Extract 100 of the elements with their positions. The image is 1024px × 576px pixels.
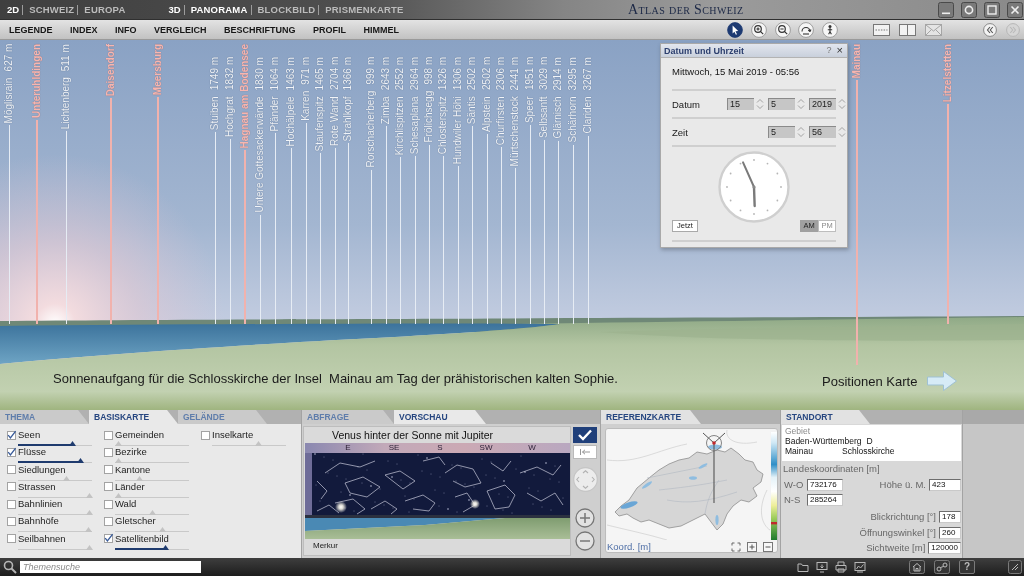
checkbox[interactable]: [103, 429, 113, 440]
resize-icon[interactable]: [1008, 560, 1022, 574]
menu-item[interactable]: BESCHRIFTUNG: [224, 24, 296, 35]
slider-thumb[interactable]: [76, 458, 84, 464]
slider-thumb[interactable]: [135, 475, 143, 481]
fullscreen-icon[interactable]: [731, 541, 741, 552]
zoom-out-icon[interactable]: [774, 21, 791, 38]
checkbox[interactable]: [6, 429, 16, 440]
menu-item[interactable]: PROFIL: [313, 24, 347, 35]
person-icon[interactable]: [822, 21, 838, 38]
slider-thumb[interactable]: [115, 441, 123, 446]
slider-thumb[interactable]: [86, 510, 94, 516]
help-button[interactable]: ?: [823, 45, 835, 56]
monitor-icon[interactable]: [816, 561, 828, 573]
input-field[interactable]: 260: [939, 527, 961, 539]
checkbox[interactable]: [103, 533, 113, 544]
cursor-icon[interactable]: [727, 21, 744, 38]
view-mode-tab[interactable]: SCHWEIZ: [22, 5, 78, 15]
vertical-split-icon[interactable]: [899, 23, 916, 36]
slider-thumb[interactable]: [86, 492, 94, 498]
slider-thumb[interactable]: [84, 527, 92, 533]
minimize-icon[interactable]: [938, 2, 954, 18]
checkbox[interactable]: [6, 481, 16, 492]
peak-name: Speer: [524, 96, 535, 124]
slider-thumb[interactable]: [115, 492, 123, 498]
menu-item[interactable]: LEGENDE: [9, 24, 53, 35]
menu-item[interactable]: HIMMEL: [363, 24, 400, 35]
elevation-label: 3295 m: [567, 57, 578, 91]
view-mode-tab[interactable]: PANORAMA: [183, 5, 251, 15]
checkbox[interactable]: [6, 464, 16, 475]
panel-tab[interactable]: STANDORT: [781, 410, 870, 424]
checkbox[interactable]: [103, 481, 113, 492]
double-left-arrow-icon[interactable]: [983, 22, 997, 37]
link-icon[interactable]: [934, 560, 950, 574]
maximize-icon[interactable]: [984, 2, 1000, 18]
checkbox[interactable]: [6, 498, 16, 509]
number-field[interactable]: 5: [768, 126, 795, 138]
panel-tab[interactable]: REFERENZKARTE: [601, 410, 701, 424]
number-field[interactable]: 5: [768, 98, 795, 110]
input-field[interactable]: 732176: [807, 479, 843, 491]
positions-map-link[interactable]: Positionen Karte: [822, 374, 918, 389]
menu-item[interactable]: INDEX: [70, 24, 98, 35]
slider-thumb[interactable]: [158, 527, 166, 533]
elevation-label: 2502 m: [466, 57, 477, 91]
rotate-icon[interactable]: [798, 21, 815, 38]
help-button[interactable]: ?: [959, 560, 975, 574]
checkbox[interactable]: [103, 464, 113, 475]
checkbox[interactable]: [6, 533, 16, 544]
horizontal-split-icon[interactable]: [873, 23, 890, 36]
search-field[interactable]: Themensuche: [20, 561, 201, 573]
spinner-arrows-icon[interactable]: [797, 98, 805, 110]
view-mode-tab[interactable]: BLOCKBILD: [250, 5, 319, 15]
panel-tab[interactable]: VORSCHAU: [394, 410, 486, 424]
slider-thumb[interactable]: [63, 475, 71, 481]
checkbox[interactable]: [103, 446, 113, 457]
slider-thumb[interactable]: [69, 441, 77, 446]
peak-name: Churfirsten: [495, 96, 506, 146]
spinner-arrows-icon[interactable]: [838, 98, 846, 110]
pan-control-icon[interactable]: [572, 467, 598, 492]
zoom-in-icon[interactable]: [750, 21, 767, 38]
spinner-arrows-icon[interactable]: [756, 98, 764, 110]
input-field[interactable]: 423: [929, 479, 961, 491]
checkbox[interactable]: [6, 446, 16, 457]
menu-item[interactable]: VERGLEICH: [154, 24, 207, 35]
number-field[interactable]: 15: [727, 98, 754, 110]
chart-window-icon[interactable]: [854, 561, 866, 573]
input-field[interactable]: 285264: [807, 494, 843, 506]
number-field[interactable]: 2019: [809, 98, 836, 110]
input-field[interactable]: 178: [939, 511, 961, 523]
menu-item[interactable]: INFO: [115, 24, 137, 35]
close-button[interactable]: ×: [834, 45, 845, 56]
folder-icon[interactable]: [797, 561, 809, 573]
elevation-label: 2441 m: [509, 57, 520, 91]
printer-icon[interactable]: [835, 561, 847, 573]
compass-label: W: [527, 443, 537, 453]
number-field[interactable]: 56: [809, 126, 836, 138]
right-arrow-icon[interactable]: [926, 370, 958, 392]
checkmark-icon[interactable]: [573, 427, 597, 443]
view-mode-tab[interactable]: EUROPA: [77, 5, 129, 15]
panel-tab[interactable]: BASISKARTE: [89, 410, 178, 424]
ring-icon[interactable]: [961, 2, 977, 18]
view-mode-tab[interactable]: PRISMENKARTE: [318, 5, 407, 15]
checkbox[interactable]: [103, 498, 113, 509]
spinner-arrows-icon[interactable]: [838, 126, 846, 138]
app-title: Atlas der Schweiz: [628, 2, 744, 18]
slider-thumb[interactable]: [115, 458, 123, 464]
slider-thumb[interactable]: [149, 510, 157, 516]
slider-thumb[interactable]: [86, 544, 94, 550]
envelope-icon[interactable]: [925, 23, 942, 36]
checkbox[interactable]: [103, 516, 113, 526]
slider-thumb[interactable]: [255, 441, 263, 446]
spinner-arrows-icon[interactable]: [797, 126, 805, 138]
viewpoint-marker-icon[interactable]: [702, 432, 726, 504]
slider-thumb[interactable]: [161, 544, 169, 550]
home-icon[interactable]: [909, 560, 925, 574]
checkbox[interactable]: [200, 429, 210, 440]
close-icon[interactable]: [1007, 2, 1023, 18]
checkbox[interactable]: [6, 516, 16, 526]
elevation-label: 2643 m: [380, 57, 391, 91]
input-field[interactable]: 120000: [928, 542, 961, 554]
